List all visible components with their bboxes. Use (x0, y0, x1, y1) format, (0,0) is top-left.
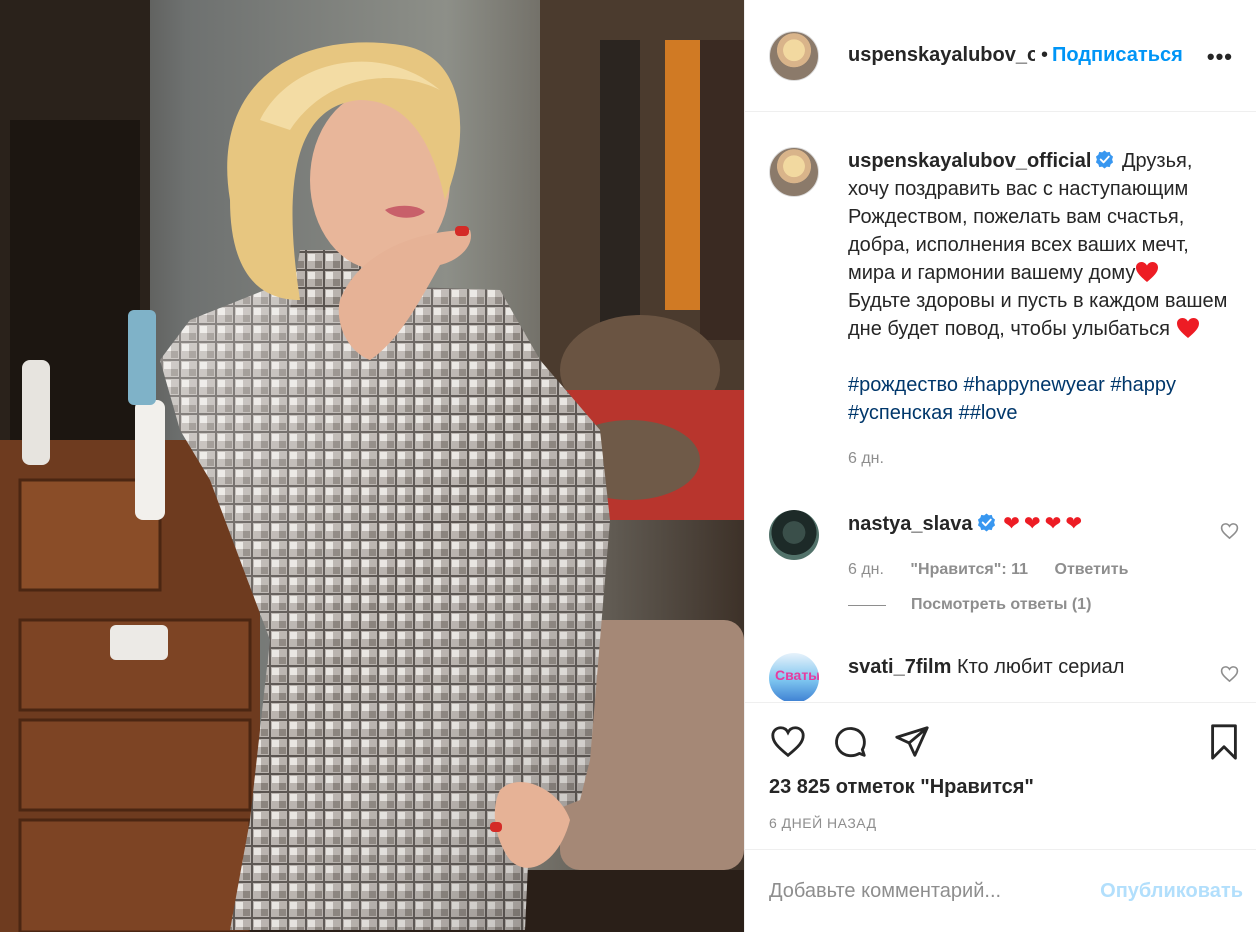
comment-like-icon[interactable] (1220, 522, 1239, 540)
caption-author-avatar[interactable] (769, 147, 819, 197)
caption-hashtags[interactable]: #рождество #happynewyear #happy #успенск… (848, 371, 1233, 427)
heart-emoji-icon (1176, 318, 1199, 338)
caption-username[interactable]: uspenskayalubov_official (848, 150, 1091, 172)
comment-meta: 6 дн. "Нравится": 11 Ответить (848, 556, 1150, 584)
separator-dot: • (1041, 44, 1049, 66)
replies-line (848, 604, 886, 606)
more-options-icon[interactable]: ••• (1207, 44, 1233, 70)
comment-likes[interactable]: "Нравится": 11 (910, 561, 1028, 578)
heart-emoji-icon (1136, 262, 1159, 282)
post-photo[interactable] (0, 0, 744, 932)
commenter-username[interactable]: svati_7film (848, 656, 951, 678)
comment-icon[interactable] (831, 723, 869, 761)
view-replies-link[interactable]: Посмотреть ответы (1) (848, 596, 1091, 614)
post-header: uspenskayalubov_official • Подписаться •… (745, 0, 1256, 112)
comment-item: Сваты svati_7film Кто любит сериал сваты… (769, 653, 1239, 701)
verified-badge-icon (1096, 150, 1114, 169)
post-actions: 23 825 отметок "Нравится" 6 ДНЕЙ НАЗАД (745, 702, 1256, 850)
share-icon[interactable] (893, 723, 931, 761)
bookmark-icon[interactable] (1205, 723, 1243, 761)
author-avatar[interactable] (769, 30, 819, 81)
comment-input[interactable] (769, 880, 1101, 903)
likes-count[interactable]: 23 825 отметок "Нравится" (769, 776, 1034, 799)
follow-button[interactable]: Подписаться (1052, 44, 1183, 67)
like-heart-icon[interactable] (769, 723, 807, 761)
caption-text: uspenskayalubov_official Друзья, хочу по… (848, 147, 1233, 473)
verified-badge-icon (977, 513, 995, 532)
post-image (0, 0, 744, 932)
posted-ago[interactable]: 6 ДНЕЙ НАЗАД (769, 815, 877, 831)
view-replies-label: Посмотреть ответы (1) (911, 596, 1092, 613)
caption-time[interactable]: 6 дн. (848, 445, 1233, 473)
commenter-avatar[interactable] (769, 510, 819, 560)
comment-like-icon[interactable] (1220, 665, 1239, 683)
reply-button[interactable]: Ответить (1055, 561, 1129, 578)
post-side-panel: uspenskayalubov_official • Подписаться •… (744, 0, 1256, 932)
comments-area[interactable]: uspenskayalubov_official Друзья, хочу по… (745, 113, 1256, 701)
comment-text: ❤❤❤❤ (1003, 513, 1087, 535)
commenter-username[interactable]: nastya_slava (848, 513, 973, 535)
comment-item: nastya_slava ❤❤❤❤ 6 дн. "Нравится": 11 О… (769, 510, 1239, 584)
add-comment-bar: Опубликовать (745, 851, 1256, 932)
post-caption: uspenskayalubov_official Друзья, хочу по… (769, 147, 1233, 473)
author-username[interactable]: uspenskayalubov_official (848, 44, 1035, 67)
caption-body-2: Будьте здоровы и пусть в каждом вашем дн… (848, 290, 1228, 340)
commenter-avatar[interactable]: Сваты (769, 653, 819, 701)
publish-button[interactable]: Опубликовать (1100, 880, 1243, 903)
comment-time[interactable]: 6 дн. (848, 561, 884, 578)
